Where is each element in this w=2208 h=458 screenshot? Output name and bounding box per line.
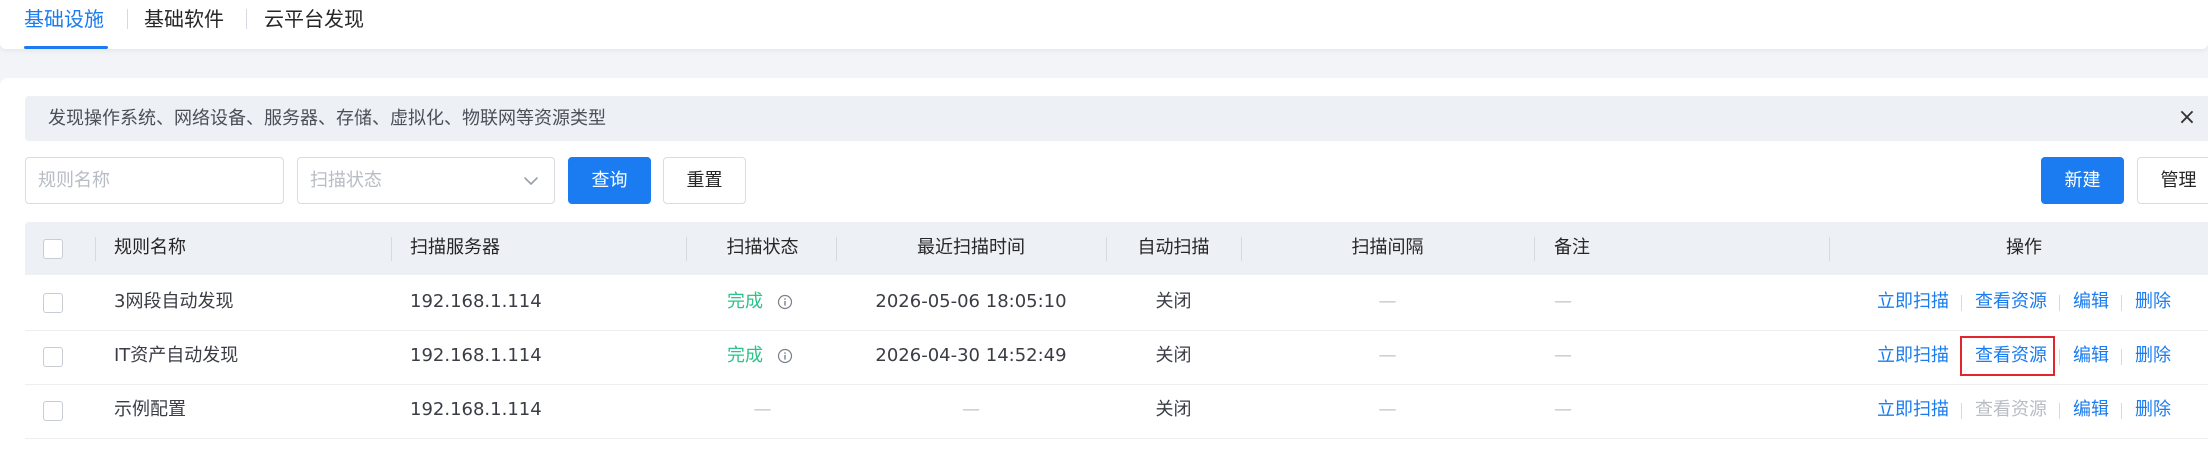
query-button[interactable]: 查询	[568, 157, 651, 204]
remark-cell: —	[1554, 345, 1572, 366]
column-header-scan-status: 扫描状态	[726, 237, 799, 258]
action-separator	[2059, 295, 2060, 311]
delete-link[interactable]: 删除	[2135, 397, 2171, 423]
close-icon[interactable]: ×	[2175, 106, 2199, 130]
last-scan-time-cell: 2026-04-30 14:52:49	[875, 345, 1067, 366]
column-separator	[1534, 237, 1535, 261]
auto-scan-cell: 关闭	[1155, 399, 1192, 420]
rule-name-cell: 示例配置	[114, 399, 186, 420]
view-resources-link: 查看资源	[1975, 399, 2047, 420]
last-scan-time-cell: —	[962, 399, 980, 420]
view-resources-link[interactable]: 查看资源	[1975, 289, 2047, 315]
manage-button[interactable]: 管理	[2137, 157, 2208, 204]
column-separator	[391, 237, 392, 261]
column-header-remark: 备注	[1554, 237, 1590, 258]
tab-infrastructure[interactable]: 基础设施	[24, 4, 104, 34]
tab-cloud-discovery[interactable]: 云平台发现	[264, 4, 364, 34]
column-header-auto-scan: 自动扫描	[1137, 237, 1210, 258]
notice-text: 发现操作系统、网络设备、服务器、存储、虚拟化、物联网等资源类型	[48, 108, 606, 129]
scan-now-link[interactable]: 立即扫描	[1877, 397, 1949, 423]
action-separator	[2059, 403, 2060, 419]
edit-link[interactable]: 编辑	[2073, 289, 2109, 315]
action-separator	[2121, 349, 2122, 365]
action-separator	[1961, 295, 1962, 311]
delete-link[interactable]: 删除	[2135, 343, 2171, 369]
auto-scan-cell: 关闭	[1155, 345, 1192, 366]
rule-name-cell: 3网段自动发现	[114, 291, 234, 312]
scan-now-link[interactable]: 立即扫描	[1877, 289, 1949, 315]
action-separator	[2059, 349, 2060, 365]
column-header-scan-server: 扫描服务器	[410, 237, 500, 258]
rule-name-cell: IT资产自动发现	[114, 345, 239, 366]
scan-server-cell: 192.168.1.114	[410, 291, 542, 312]
info-icon[interactable]	[777, 294, 793, 310]
column-separator	[686, 237, 687, 261]
tab-separator	[246, 9, 247, 29]
scan-now-link[interactable]: 立即扫描	[1877, 343, 1949, 369]
scan-interval-cell: —	[1378, 291, 1397, 312]
edit-link[interactable]: 编辑	[2073, 397, 2109, 423]
remark-cell: —	[1554, 399, 1572, 420]
scan-status-placeholder: 扫描状态	[310, 170, 382, 191]
row-checkbox[interactable]	[43, 293, 63, 313]
chevron-down-icon	[524, 177, 538, 185]
auto-scan-cell: 关闭	[1155, 291, 1192, 312]
scan-interval-cell: —	[1378, 399, 1397, 420]
active-tab-indicator	[24, 46, 108, 49]
action-separator	[2121, 295, 2122, 311]
column-header-actions: 操作	[2006, 237, 2042, 258]
delete-link[interactable]: 删除	[2135, 289, 2171, 315]
action-separator	[1961, 349, 1962, 365]
view-resources-link[interactable]: 查看资源	[1975, 343, 2047, 369]
action-separator	[1961, 403, 1962, 419]
row-divider	[25, 384, 2208, 385]
rule-name-input[interactable]	[25, 157, 284, 204]
column-header-last-scan-time: 最近扫描时间	[917, 237, 1025, 258]
scan-interval-cell: —	[1378, 345, 1397, 366]
select-all-checkbox[interactable]	[43, 239, 63, 259]
tab-basic-software[interactable]: 基础软件	[144, 4, 224, 34]
top-tab-bar: 基础设施 基础软件 云平台发现	[0, 0, 2208, 49]
scan-server-cell: 192.168.1.114	[410, 345, 542, 366]
row-divider	[25, 330, 2208, 331]
column-header-rule-name: 规则名称	[114, 237, 186, 258]
reset-button[interactable]: 重置	[663, 157, 746, 204]
last-scan-time-cell: 2026-05-06 18:05:10	[875, 291, 1067, 312]
edit-link[interactable]: 编辑	[2073, 343, 2109, 369]
remark-cell: —	[1554, 291, 1572, 312]
scan-status-select[interactable]: 扫描状态	[297, 157, 555, 204]
column-separator	[95, 237, 96, 261]
row-checkbox[interactable]	[43, 401, 63, 421]
row-checkbox[interactable]	[43, 347, 63, 367]
scan-status-cell: 完成	[727, 291, 763, 312]
scan-server-cell: 192.168.1.114	[410, 399, 542, 420]
tab-separator	[127, 9, 128, 29]
new-button[interactable]: 新建	[2041, 157, 2124, 204]
scan-status-cell: —	[753, 399, 772, 420]
scan-status-cell: 完成	[727, 345, 763, 366]
column-header-scan-interval: 扫描间隔	[1351, 237, 1424, 258]
info-icon[interactable]	[777, 348, 793, 364]
row-divider	[25, 438, 2208, 439]
action-separator	[2121, 403, 2122, 419]
